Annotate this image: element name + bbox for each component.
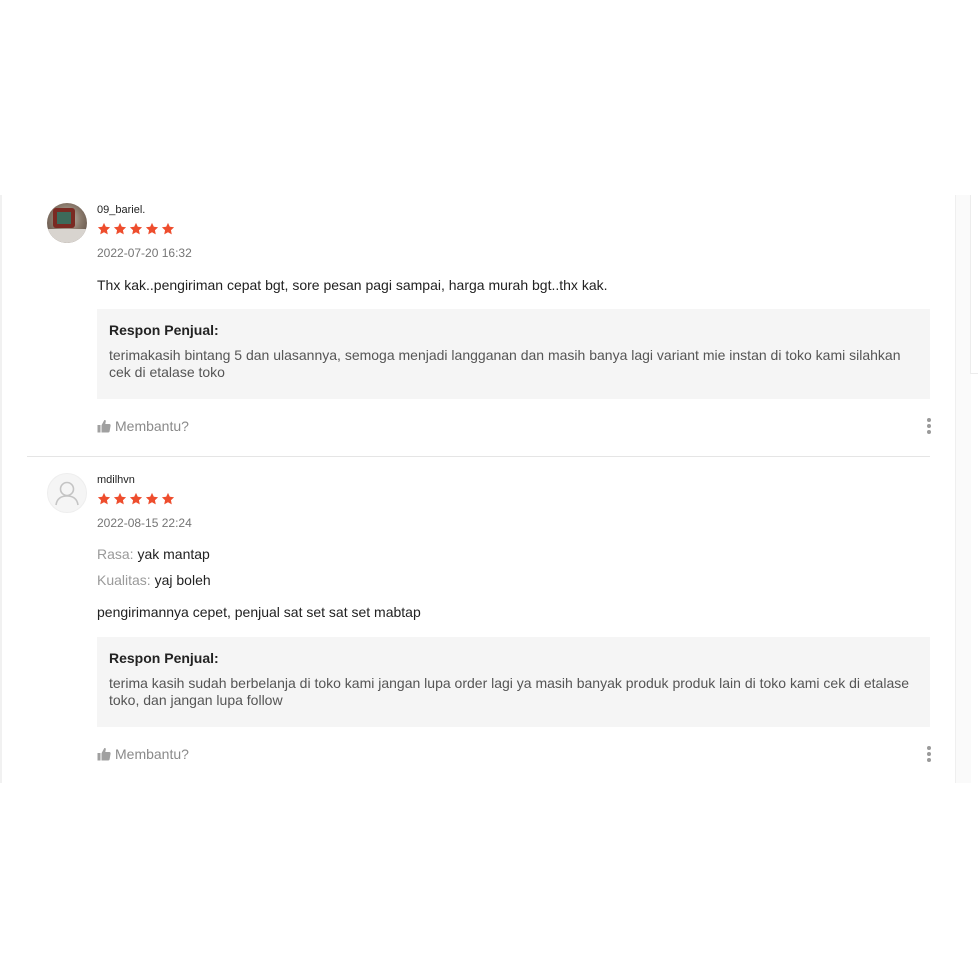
helpful-label: Membantu?: [115, 746, 189, 762]
seller-response: Respon Penjual: terima kasih sudah berbe…: [97, 637, 930, 727]
helpful-button[interactable]: Membantu?: [97, 745, 189, 763]
scrollbar-track[interactable]: [955, 195, 971, 783]
star-icon: [129, 492, 143, 505]
panel-left-border: [0, 195, 2, 783]
more-options-icon[interactable]: [924, 416, 934, 436]
seller-response-title: Respon Penjual:: [109, 322, 219, 338]
star-icon: [113, 222, 127, 235]
star-icon: [145, 222, 159, 235]
more-options-icon[interactable]: [924, 744, 934, 764]
attribute-value: yaj boleh: [154, 572, 211, 588]
seller-response-text: terimakasih bintang 5 dan ulasannya, sem…: [109, 347, 901, 380]
reviewer-username[interactable]: 09_bariel.: [97, 203, 145, 217]
review-attribute-kualitas: Kualitas: yaj boleh: [97, 571, 211, 589]
helpful-label: Membantu?: [115, 418, 189, 434]
thumbs-up-icon: [97, 747, 111, 761]
star-icon: [97, 492, 111, 505]
review-item: mdilhvn 2022-08-15 22:24 Rasa: yak manta…: [27, 465, 931, 783]
user-icon: [55, 481, 79, 506]
review-date: 2022-08-15 22:24: [97, 516, 192, 530]
star-icon: [97, 222, 111, 235]
review-comment: pengirimannya cepet, penjual sat set sat…: [97, 604, 421, 620]
star-icon: [161, 222, 175, 235]
thumbs-up-icon: [97, 419, 111, 433]
helpful-button[interactable]: Membantu?: [97, 417, 189, 435]
reviewer-username[interactable]: mdilhvn: [97, 473, 135, 487]
rating-stars: [97, 492, 175, 508]
attribute-value: yak mantap: [137, 546, 210, 562]
review-item: 09_bariel. 2022-07-20 16:32 Thx kak..pen…: [27, 195, 931, 457]
seller-response-text: terima kasih sudah berbelanja di toko ka…: [109, 675, 910, 708]
star-icon: [161, 492, 175, 505]
attribute-label: Kualitas:: [97, 572, 151, 588]
avatar[interactable]: [47, 203, 87, 243]
review-date: 2022-07-20 16:32: [97, 246, 192, 260]
review-attribute-rasa: Rasa: yak mantap: [97, 545, 210, 563]
star-icon: [113, 492, 127, 505]
attribute-label: Rasa:: [97, 546, 134, 562]
seller-response-title: Respon Penjual:: [109, 650, 219, 666]
side-panel-edge: [970, 195, 978, 374]
star-icon: [145, 492, 159, 505]
seller-response: Respon Penjual: terimakasih bintang 5 da…: [97, 309, 930, 399]
avatar[interactable]: [47, 473, 87, 513]
rating-stars: [97, 222, 175, 238]
review-comment: Thx kak..pengiriman cepat bgt, sore pesa…: [97, 277, 608, 293]
star-icon: [129, 222, 143, 235]
